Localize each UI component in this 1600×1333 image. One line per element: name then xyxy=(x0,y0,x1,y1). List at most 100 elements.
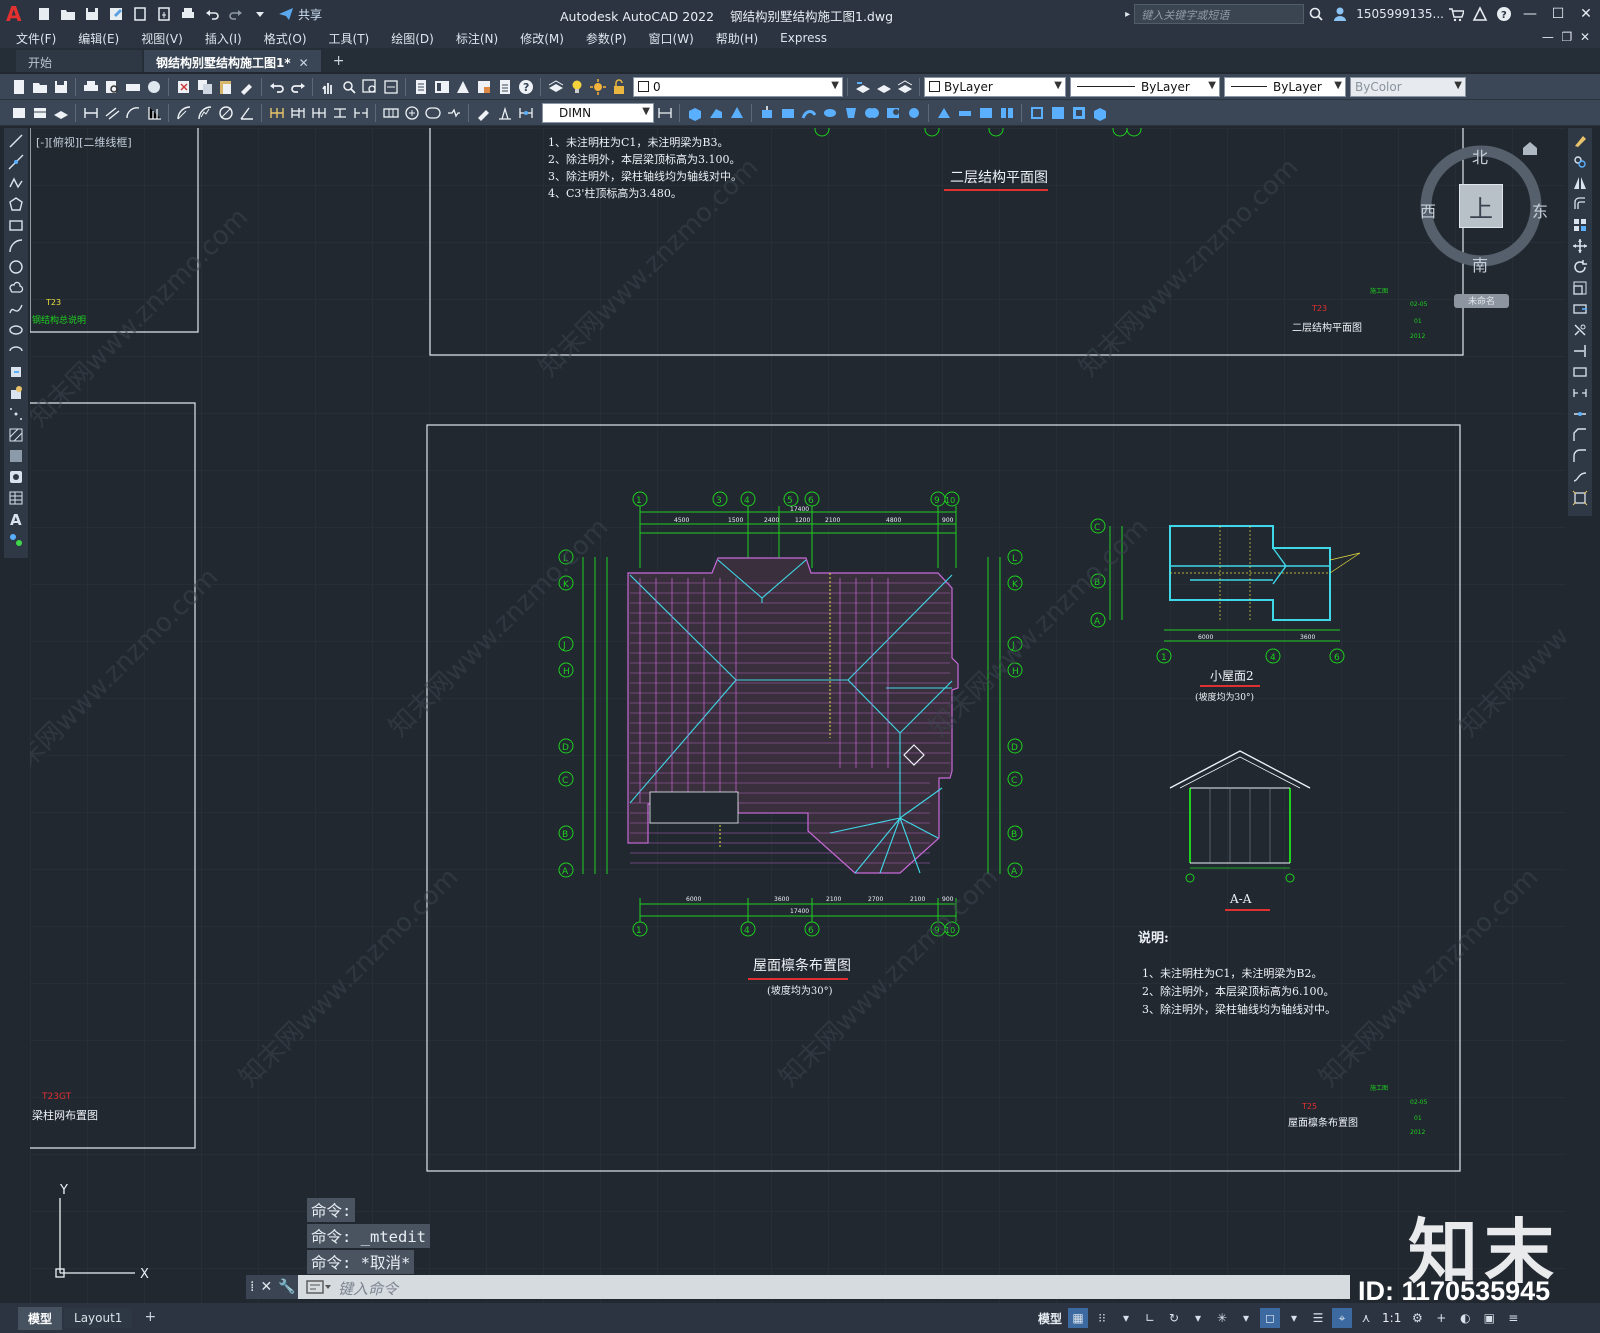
compass-east[interactable]: 东 xyxy=(1532,198,1548,222)
wcs-menu[interactable]: 未命名 xyxy=(1454,294,1509,308)
customize-wrench-icon[interactable]: 🔧 xyxy=(278,1279,295,1295)
shell-icon[interactable] xyxy=(1070,104,1088,122)
search-icon[interactable] xyxy=(1306,4,1326,24)
save-as-icon[interactable] xyxy=(106,4,126,24)
ellipse-arc-icon[interactable] xyxy=(8,343,24,359)
snap-icon[interactable]: ⁝⁝ xyxy=(1092,1308,1112,1328)
break-at-point-icon[interactable] xyxy=(1572,364,1588,380)
command-prompt-icon[interactable] xyxy=(306,1279,332,1295)
add-icon[interactable]: + xyxy=(1431,1308,1451,1328)
extend-icon[interactable] xyxy=(1572,343,1588,359)
continue-dimension-icon[interactable] xyxy=(310,104,328,122)
zoom-window-icon[interactable] xyxy=(361,78,379,96)
presspull-icon[interactable] xyxy=(779,104,797,122)
jogged-dimension-icon[interactable] xyxy=(196,104,214,122)
revision-cloud-icon[interactable] xyxy=(8,280,24,296)
qnew-icon[interactable] xyxy=(10,78,28,96)
table-icon[interactable] xyxy=(8,490,24,506)
paste-icon[interactable] xyxy=(217,78,235,96)
compass-north[interactable]: 北 xyxy=(1472,144,1488,168)
dimension-style-dropdown[interactable]: DIMN ▼ xyxy=(542,102,654,123)
explode-icon[interactable] xyxy=(1572,490,1588,506)
undo-icon[interactable] xyxy=(202,4,222,24)
clean-screen-icon[interactable]: ▣ xyxy=(1479,1308,1499,1328)
diameter-dimension-icon[interactable] xyxy=(217,104,235,122)
ordinate-dimension-icon[interactable] xyxy=(145,104,163,122)
redo-icon[interactable] xyxy=(226,4,246,24)
menu-window[interactable]: 窗口(W) xyxy=(638,30,705,47)
make-current-layer-icon[interactable] xyxy=(854,78,872,96)
sheet-set-icon[interactable] xyxy=(475,78,493,96)
open-file-icon[interactable] xyxy=(58,4,78,24)
spline-icon[interactable] xyxy=(8,301,24,317)
wedge-icon[interactable] xyxy=(707,104,725,122)
layout-icon[interactable] xyxy=(31,104,49,122)
web-mobile-icon[interactable] xyxy=(130,4,150,24)
layer-dropdown[interactable]: 0 ▼ xyxy=(633,76,843,97)
dimension-edit-icon[interactable] xyxy=(475,104,493,122)
box-icon[interactable] xyxy=(686,104,704,122)
viewcube-top-face[interactable]: 上 xyxy=(1459,184,1503,228)
arc-icon[interactable] xyxy=(8,238,24,254)
center-mark-icon[interactable] xyxy=(403,104,421,122)
menu-express[interactable]: Express xyxy=(769,31,838,45)
polygon-icon[interactable] xyxy=(8,196,24,212)
make-block-icon[interactable] xyxy=(8,385,24,401)
object-snap-icon[interactable]: ◻ xyxy=(1260,1308,1281,1328)
lineweight-icon[interactable]: ☰ xyxy=(1308,1308,1328,1328)
undo-icon[interactable] xyxy=(268,78,286,96)
chamfer-icon[interactable] xyxy=(1572,427,1588,443)
model-space-toggle[interactable]: 模型 xyxy=(1034,1310,1066,1327)
menu-file[interactable]: 文件(F) xyxy=(0,30,67,47)
viewcube[interactable]: 北 南 东 西 上 未命名 xyxy=(1410,140,1550,308)
layer-previous-icon[interactable] xyxy=(875,78,893,96)
tab-layout1[interactable]: Layout1 xyxy=(64,1308,133,1328)
share-file-icon[interactable] xyxy=(154,4,174,24)
menu-view[interactable]: 视图(V) xyxy=(130,30,194,47)
isolate-objects-icon[interactable]: ◐ xyxy=(1455,1308,1475,1328)
linear-dimension-icon[interactable] xyxy=(82,104,100,122)
gradient-icon[interactable] xyxy=(8,448,24,464)
annotation-visibility-icon[interactable]: ⌖ xyxy=(1332,1308,1353,1328)
isodraft-icon[interactable]: ✳ xyxy=(1212,1308,1232,1328)
compass-west[interactable]: 西 xyxy=(1420,198,1436,222)
viewport-controls-label[interactable]: [-][俯视][二维线框] xyxy=(36,134,132,150)
menu-draw[interactable]: 绘图(D) xyxy=(380,30,445,47)
extract-edges-icon[interactable] xyxy=(1028,104,1046,122)
intersect-icon[interactable] xyxy=(905,104,923,122)
fillet-icon[interactable] xyxy=(1572,448,1588,464)
match-properties-icon[interactable] xyxy=(238,78,256,96)
light-bulb-icon[interactable] xyxy=(568,78,586,96)
menu-tools[interactable]: 工具(T) xyxy=(318,30,381,47)
trim-icon[interactable] xyxy=(1572,322,1588,338)
mtext-icon[interactable]: A xyxy=(8,511,24,527)
plot-icon[interactable] xyxy=(178,4,198,24)
close-icon[interactable]: ✕ xyxy=(1572,0,1600,28)
jogged-linear-icon[interactable] xyxy=(445,104,463,122)
search-input[interactable]: 键入关键字或短语 xyxy=(1134,4,1305,24)
pyramid-icon[interactable] xyxy=(728,104,746,122)
menu-help[interactable]: 帮助(H) xyxy=(705,30,769,47)
lineweight-dropdown[interactable]: ByLayer ▼ xyxy=(1224,76,1346,97)
lock-icon[interactable] xyxy=(610,78,628,96)
blend-curves-icon[interactable] xyxy=(1572,469,1588,485)
tab-active-drawing[interactable]: 钢结构别墅结构施工图1* ✕ xyxy=(144,50,321,72)
scale-icon[interactable] xyxy=(1572,280,1588,296)
calculator-icon[interactable] xyxy=(496,78,514,96)
circle-icon[interactable] xyxy=(8,259,24,275)
point-icon[interactable] xyxy=(8,406,24,422)
erase-icon[interactable] xyxy=(1572,133,1588,149)
share-button[interactable]: 共享 xyxy=(278,6,322,23)
chevron-down-icon[interactable]: ▾ xyxy=(1284,1308,1304,1328)
move-icon[interactable] xyxy=(1572,238,1588,254)
insert-block-icon[interactable] xyxy=(8,364,24,380)
menu-parametric[interactable]: 参数(P) xyxy=(575,30,638,47)
layer-walk-icon[interactable] xyxy=(52,104,70,122)
copy-object-icon[interactable] xyxy=(1572,154,1588,170)
break-icon[interactable] xyxy=(1572,385,1588,401)
new-tab-icon[interactable]: + xyxy=(323,53,355,72)
plotstyle-dropdown[interactable]: ByColor ▼ xyxy=(1350,76,1466,97)
rotate-icon[interactable] xyxy=(1572,259,1588,275)
radius-dimension-icon[interactable] xyxy=(175,104,193,122)
minimize-icon[interactable]: — xyxy=(1516,0,1544,28)
